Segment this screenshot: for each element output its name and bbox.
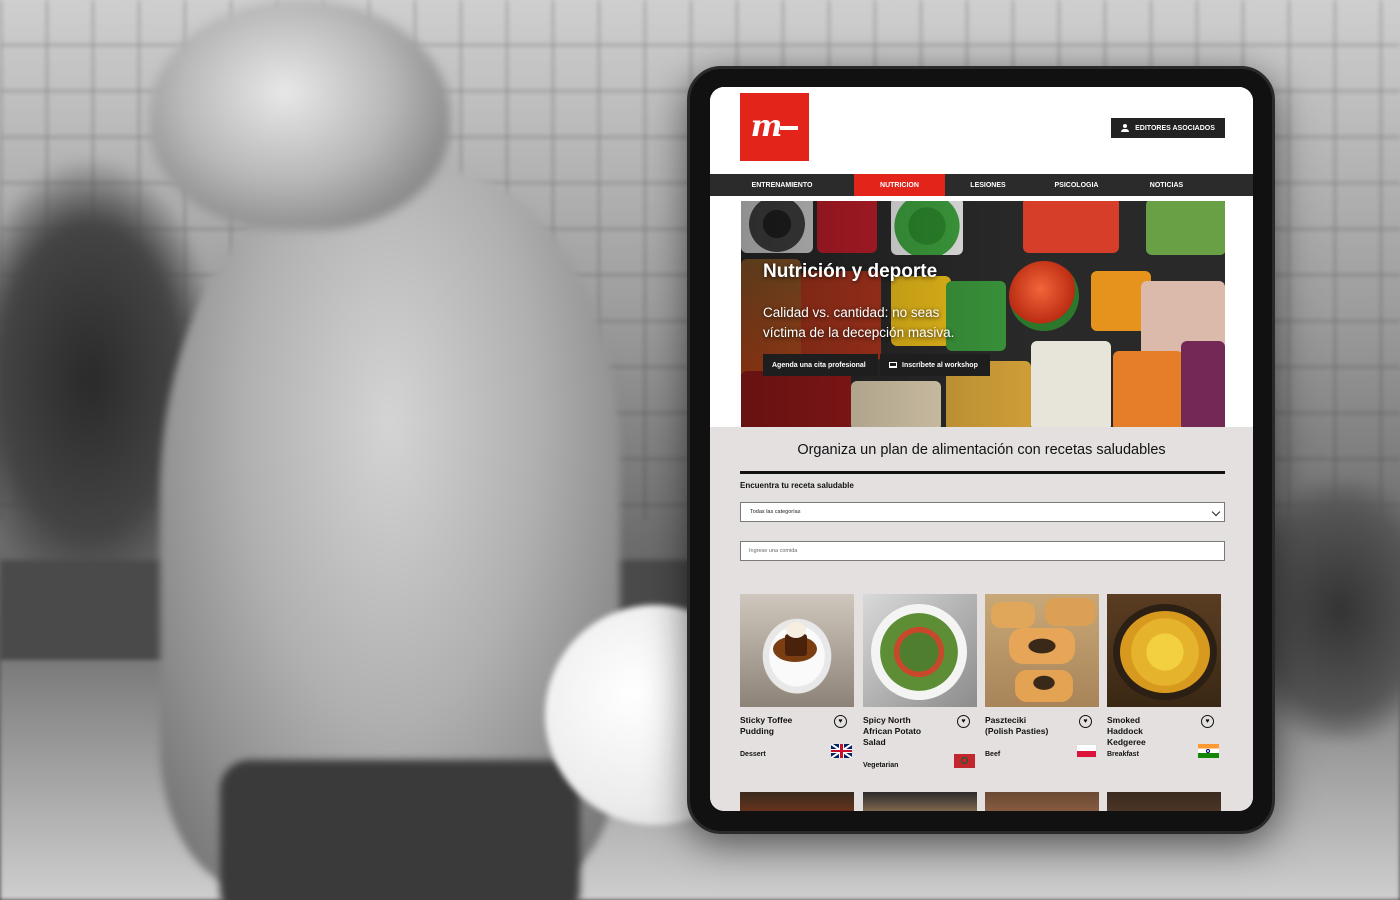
chevron-down-icon [1211, 507, 1221, 517]
workshop-button[interactable]: Inscríbete al workshop [880, 354, 990, 376]
uk-flag-icon [831, 744, 852, 758]
india-flag-icon [1198, 744, 1219, 758]
recipe-category: Breakfast [1107, 751, 1139, 758]
hero-banner: Nutrición y deporte Calidad vs. cantidad… [741, 201, 1225, 427]
recipe-card[interactable]: Spicy North African Potato Salad Vegetar… [863, 594, 977, 769]
recipe-name[interactable]: Spicy North African Potato Salad [863, 715, 933, 748]
morocco-flag-icon [954, 754, 975, 768]
category-select-value: Todas las categorías [750, 509, 801, 515]
appointment-button[interactable]: Agenda una cita profesional [763, 354, 878, 376]
editors-button[interactable]: EDITORES ASOCIADOS [1111, 118, 1225, 138]
recipe-card-partial[interactable] [863, 792, 977, 811]
recipe-card-partial[interactable] [1107, 792, 1221, 811]
recipe-search-input[interactable] [740, 541, 1225, 561]
person-shorts [220, 760, 580, 900]
main-nav: ENTRENAMIENTO NUTRICION LESIONES PSICOLO… [710, 174, 1253, 196]
recipe-card[interactable]: Paszteciki (Polish Pasties) Beef ♥ [985, 594, 1099, 758]
recipe-name[interactable]: Sticky Toffee Pudding [740, 715, 810, 737]
appointment-button-label: Agenda una cita profesional [772, 361, 866, 369]
workshop-button-label: Inscríbete al workshop [902, 361, 978, 369]
recipe-name[interactable]: Paszteciki (Polish Pasties) [985, 715, 1055, 737]
recipe-image[interactable] [863, 594, 977, 707]
tablet-screen: m EDITORES ASOCIADOS ENTRENAMIENTO NUTRI… [710, 87, 1253, 811]
favorite-button[interactable]: ♥ [1079, 715, 1092, 728]
recipe-category: Dessert [740, 751, 766, 758]
recipe-image[interactable] [985, 594, 1099, 707]
favorite-button[interactable]: ♥ [957, 715, 970, 728]
recipe-card[interactable]: Smoked Haddock Kedgeree Breakfast ♥ [1107, 594, 1221, 758]
heart-icon: ♥ [1205, 718, 1210, 725]
recipe-name[interactable]: Smoked Haddock Kedgeree [1107, 715, 1177, 748]
logo-mark: m [751, 112, 799, 142]
poland-flag-icon [1076, 744, 1097, 758]
nav-item-psicologia[interactable]: PSICOLOGIA [1031, 174, 1122, 196]
favorite-button[interactable]: ♥ [1201, 715, 1214, 728]
section-divider [740, 471, 1225, 474]
recipe-image[interactable] [740, 594, 854, 707]
user-icon [1121, 124, 1130, 132]
recipe-category: Vegetarian [863, 762, 899, 769]
recipe-image[interactable] [1107, 594, 1221, 707]
heart-icon: ♥ [961, 718, 966, 725]
hero-title: Nutrición y deporte [763, 261, 938, 282]
nav-item-nutricion[interactable]: NUTRICION [854, 174, 945, 196]
recipe-category: Beef [985, 751, 1001, 758]
site-logo[interactable]: m [740, 93, 809, 161]
heart-icon: ♥ [838, 718, 843, 725]
recipe-card[interactable]: Sticky Toffee Pudding Dessert ♥ [740, 594, 854, 758]
section-title: Organiza un plan de alimentación con rec… [797, 442, 1166, 458]
find-recipe-label: Encuentra tu receta saludable [740, 481, 854, 490]
nav-item-entrenamiento[interactable]: ENTRENAMIENTO [710, 174, 854, 196]
recipes-section: Organiza un plan de alimentación con rec… [710, 427, 1253, 811]
nav-item-lesiones[interactable]: LESIONES [945, 174, 1031, 196]
category-select[interactable]: Todas las categorías [740, 502, 1225, 522]
heart-icon: ♥ [1083, 718, 1088, 725]
editors-button-label: EDITORES ASOCIADOS [1135, 124, 1215, 132]
site-header: m EDITORES ASOCIADOS [710, 87, 1253, 174]
nav-item-noticias[interactable]: NOTICIAS [1122, 174, 1211, 196]
favorite-button[interactable]: ♥ [834, 715, 847, 728]
recipe-card-partial[interactable] [985, 792, 1099, 811]
laptop-icon [889, 362, 897, 368]
hero-subtitle: Calidad vs. cantidad: no seas víctima de… [763, 305, 955, 340]
recipe-card-partial[interactable] [740, 792, 854, 811]
person-hair [150, 0, 450, 230]
